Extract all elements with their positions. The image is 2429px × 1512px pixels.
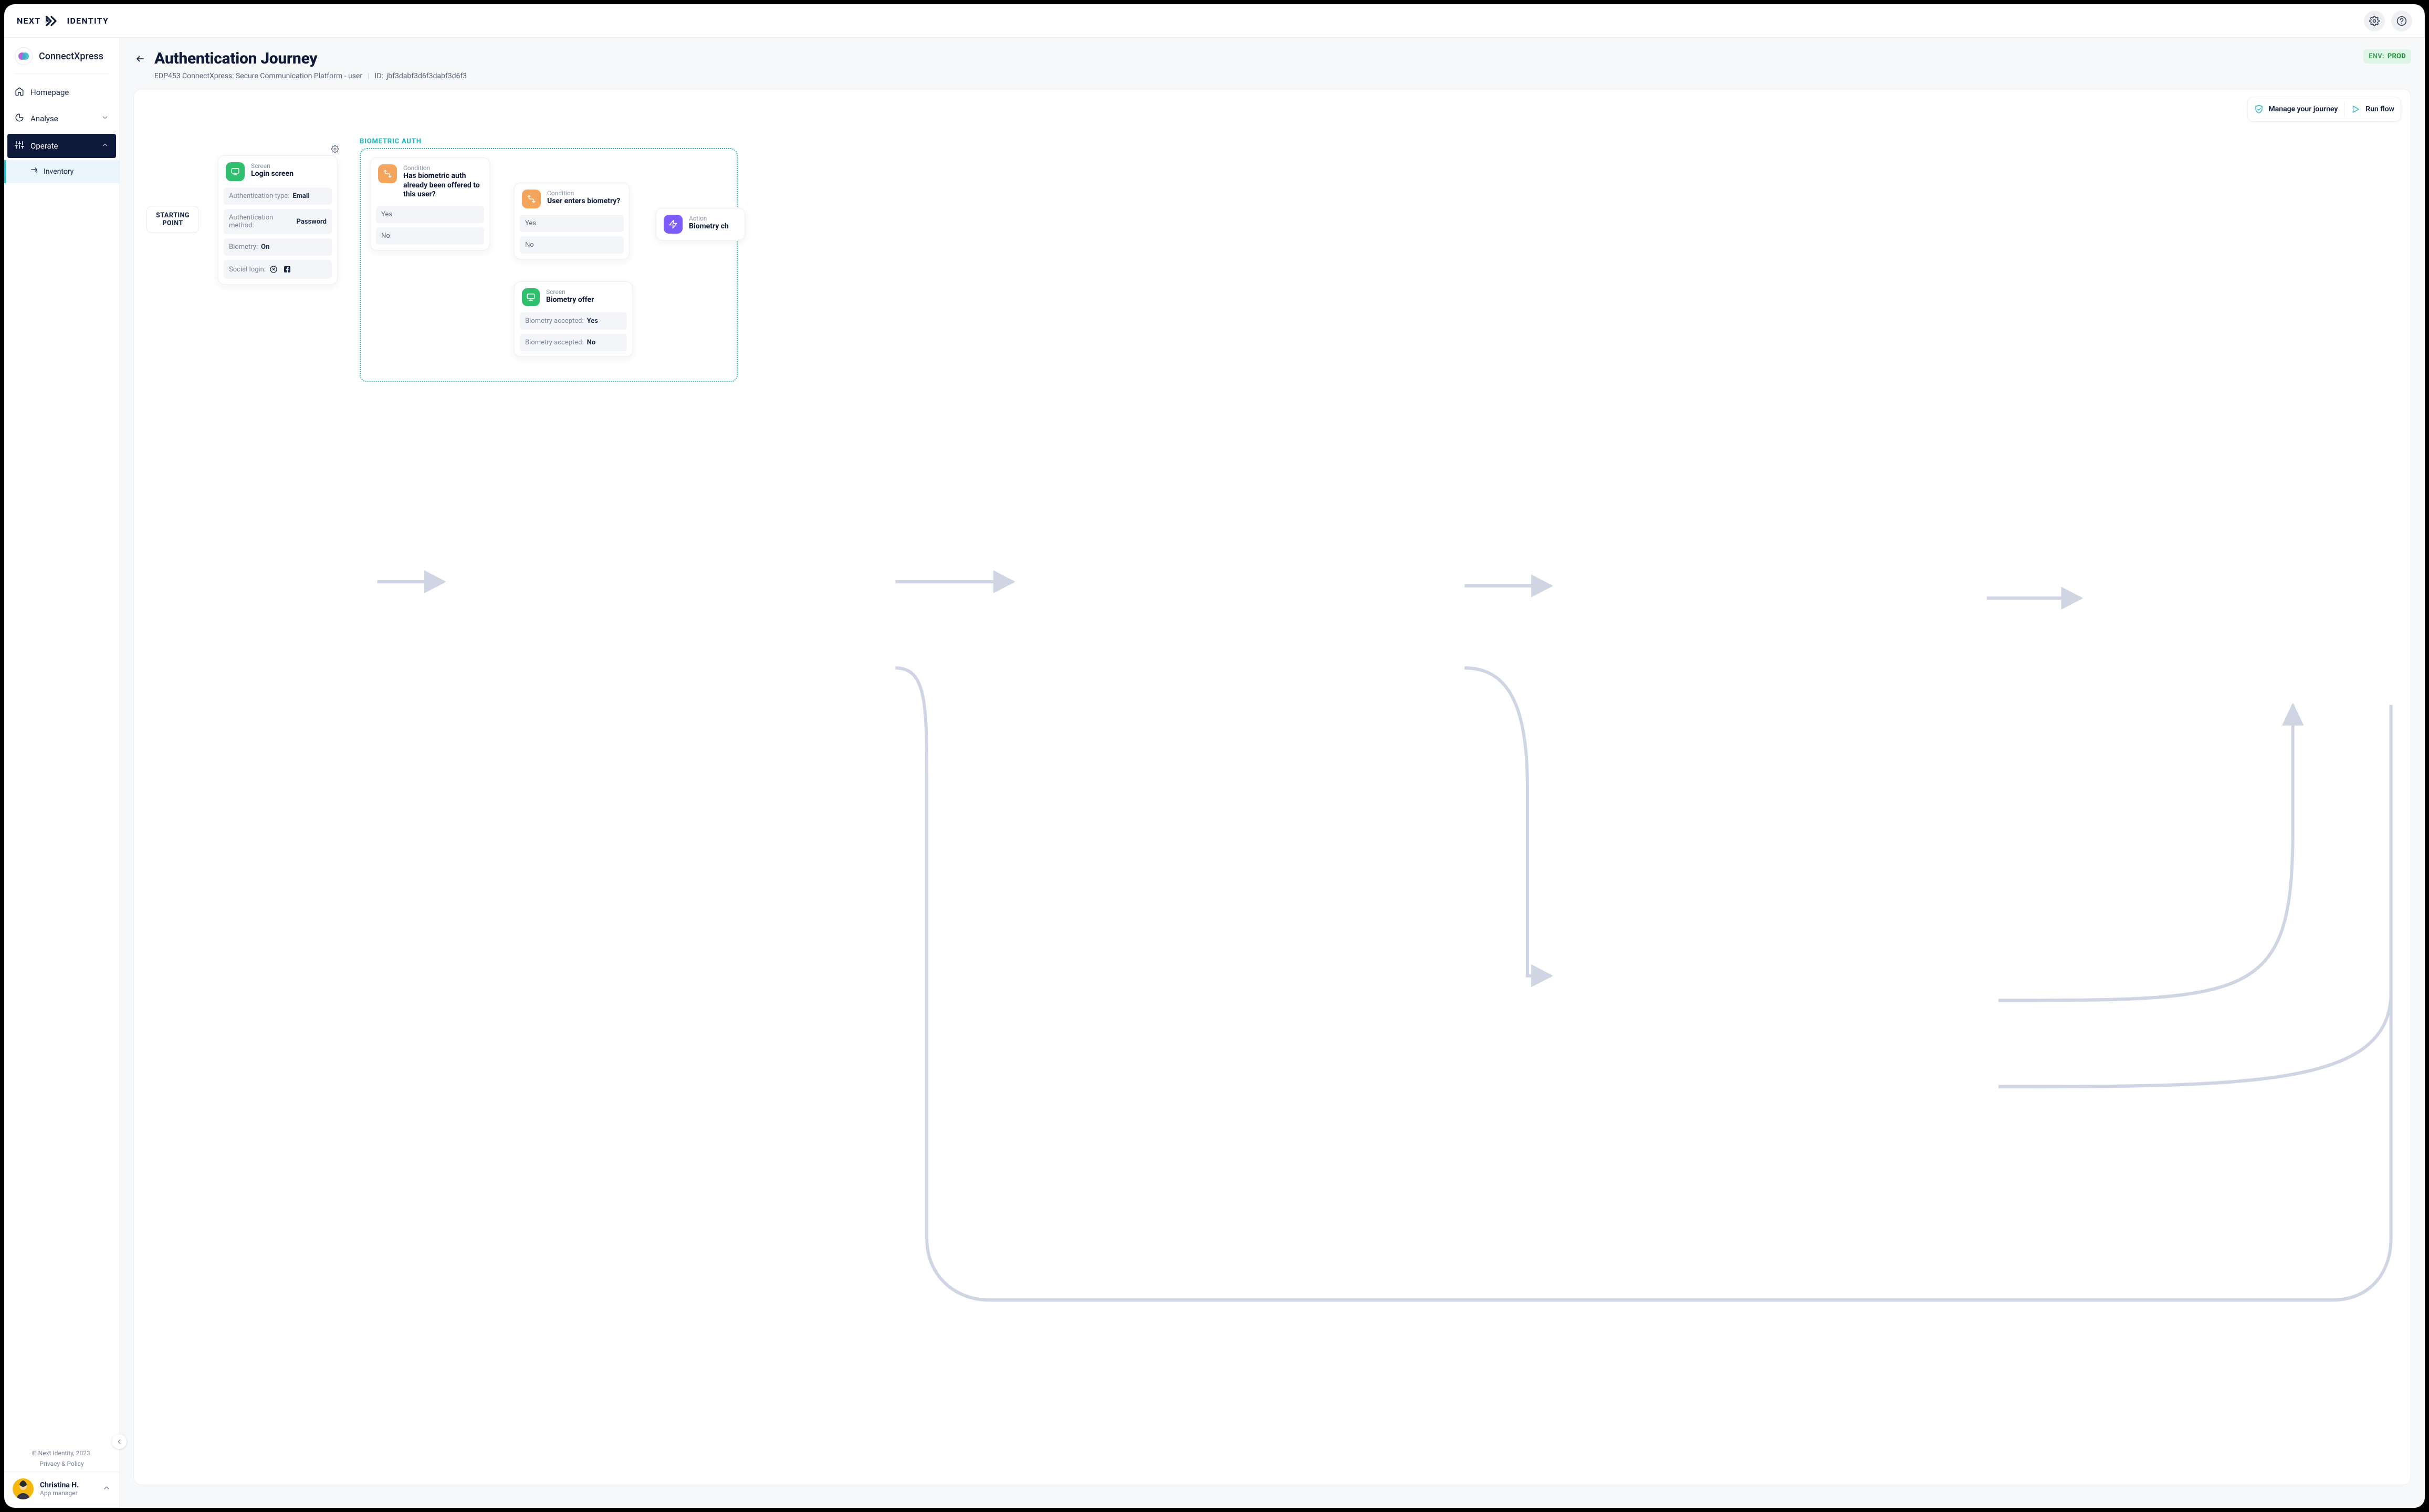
topbar-actions [2364,10,2412,32]
topbar: NEXT ✱ IDENTITY [4,4,2425,38]
node-eyebrow: Screen [546,288,594,296]
answer-yes[interactable]: Yes [376,206,484,223]
sidebar-item-analyze[interactable]: Analyse [4,106,119,132]
biometry-row[interactable]: Biometry:On [224,238,332,256]
user-text: Christina H. App manager [40,1481,79,1497]
copyright-text: © Next Identity, 2023. [4,1450,119,1457]
main: Authentication Journey EDP453 ConnectXpr… [120,38,2425,1508]
shield-icon [2254,104,2264,114]
manage-journey-label: Manage your journey [2269,105,2338,113]
sliders-icon [15,140,24,152]
sidebar-item-homepage[interactable]: Homepage [4,79,119,106]
auth-method-row[interactable]: Authentication method:Password [224,209,332,234]
pie-chart-icon [15,113,24,124]
node-login-screen[interactable]: Screen Login screen Authentication type:… [218,155,338,285]
user-name: Christina H. [40,1481,79,1489]
help-button[interactable] [2391,10,2412,32]
app-frame: NEXT ✱ IDENTITY [4,4,2425,1508]
flow-start-label: STARTING POINT [154,212,191,227]
run-flow-button[interactable]: Run flow [2351,104,2394,114]
branch-icon [378,164,397,183]
sidebar-item-inventory[interactable]: Inventory [4,160,119,183]
env-badge: ENV: PROD [2363,49,2411,64]
node-eyebrow: Screen [251,162,294,170]
social-login-row[interactable]: Social login: [224,260,332,279]
node-title: Biometry offer [546,296,594,305]
env-value: PROD [2388,52,2406,60]
flow-area: BIOMETRIC AUTH STARTING POINT [134,89,2411,1485]
enter-icon [30,166,38,177]
answer-no[interactable]: No [376,227,484,245]
brand-word-left: NEXT [17,16,40,26]
node-title: Has biometric auth already been offered … [403,172,482,200]
node-title: Biometry ch [689,222,729,232]
facebook-icon [282,265,292,274]
node-action-biometry[interactable]: Action Biometry ch [656,208,745,240]
node-settings-button[interactable] [331,145,339,155]
sidebar-item-operate[interactable]: Operate [7,134,116,158]
sidebar-submenu-operate: Inventory [4,160,119,183]
sidebar-item-label: Operate [30,141,58,151]
subtitle-separator: | [368,72,369,80]
answer-yes[interactable]: Yes [520,215,624,232]
sidebar-footer: © Next Identity, 2023. Privacy & Policy [4,1444,119,1472]
sidebar-user[interactable]: Christina H. App manager [4,1472,119,1508]
project-logo-icon [15,47,33,65]
node-title: User enters biometry? [547,197,620,206]
user-role: App manager [40,1489,79,1497]
page-subtitle: EDP453 ConnectXpress: Secure Communicati… [154,72,362,80]
answer-no[interactable]: No [520,236,624,254]
sidebar: ConnectXpress Homepage Analyse [4,38,120,1508]
node-condition-enters[interactable]: Condition User enters biometry? Yes No [514,183,630,259]
sidebar-collapse-button[interactable] [112,1434,127,1449]
node-eyebrow: Action [689,215,729,222]
node-title: Login screen [251,170,294,179]
chevron-up-icon [101,141,109,151]
project-chip[interactable]: ConnectXpress [4,38,119,74]
body: ConnectXpress Homepage Analyse [4,38,2425,1508]
svg-text:✱: ✱ [46,15,50,26]
offer-yes-row[interactable]: Biometry accepted:Yes [520,312,627,330]
brand-logo: NEXT ✱ IDENTITY [17,15,109,27]
privacy-link[interactable]: Privacy & Policy [39,1460,83,1467]
bolt-icon [664,215,683,234]
brand-word-right: IDENTITY [67,16,109,26]
env-label: ENV: [2369,52,2384,60]
run-flow-label: Run flow [2365,105,2394,113]
node-biometry-offer[interactable]: Screen Biometry offer Biometry accepted:… [514,281,633,357]
monitor-icon [522,288,540,306]
chevron-up-icon [102,1484,111,1494]
google-icon [269,265,278,274]
home-icon [15,87,24,98]
id-label: ID: [375,72,383,80]
flow-canvas[interactable]: Manage your journey Run flow BIOMETRIC A… [133,89,2411,1485]
offer-no-row[interactable]: Biometry accepted:No [520,334,627,351]
back-button[interactable] [133,52,147,66]
branch-icon [522,190,541,208]
page-header: Authentication Journey EDP453 ConnectXpr… [133,49,2411,80]
chevron-down-icon [101,114,109,123]
brand-chevrons-icon: ✱ [46,15,61,27]
group-label-biometric: BIOMETRIC AUTH [360,138,422,145]
monitor-icon [226,162,245,181]
manage-journey-button[interactable]: Manage your journey [2254,104,2338,114]
project-name: ConnectXpress [39,51,103,62]
sidebar-item-label: Homepage [30,88,69,97]
node-eyebrow: Condition [547,190,620,197]
node-condition-offered[interactable]: Condition Has biometric auth already bee… [370,158,490,250]
id-value: jbf3dabf3d6f3dabf3d6f3 [386,72,467,80]
sidebar-item-label: Inventory [44,167,74,176]
play-icon [2351,104,2360,114]
avatar [13,1478,34,1499]
settings-button[interactable] [2364,10,2385,32]
auth-type-row[interactable]: Authentication type:Email [224,187,332,205]
flow-start-node[interactable]: STARTING POINT [146,206,199,233]
canvas-toolbar: Manage your journey Run flow [2247,97,2401,122]
node-eyebrow: Condition [403,164,482,172]
page-title: Authentication Journey [154,49,317,68]
sidebar-item-label: Analyse [30,114,58,123]
